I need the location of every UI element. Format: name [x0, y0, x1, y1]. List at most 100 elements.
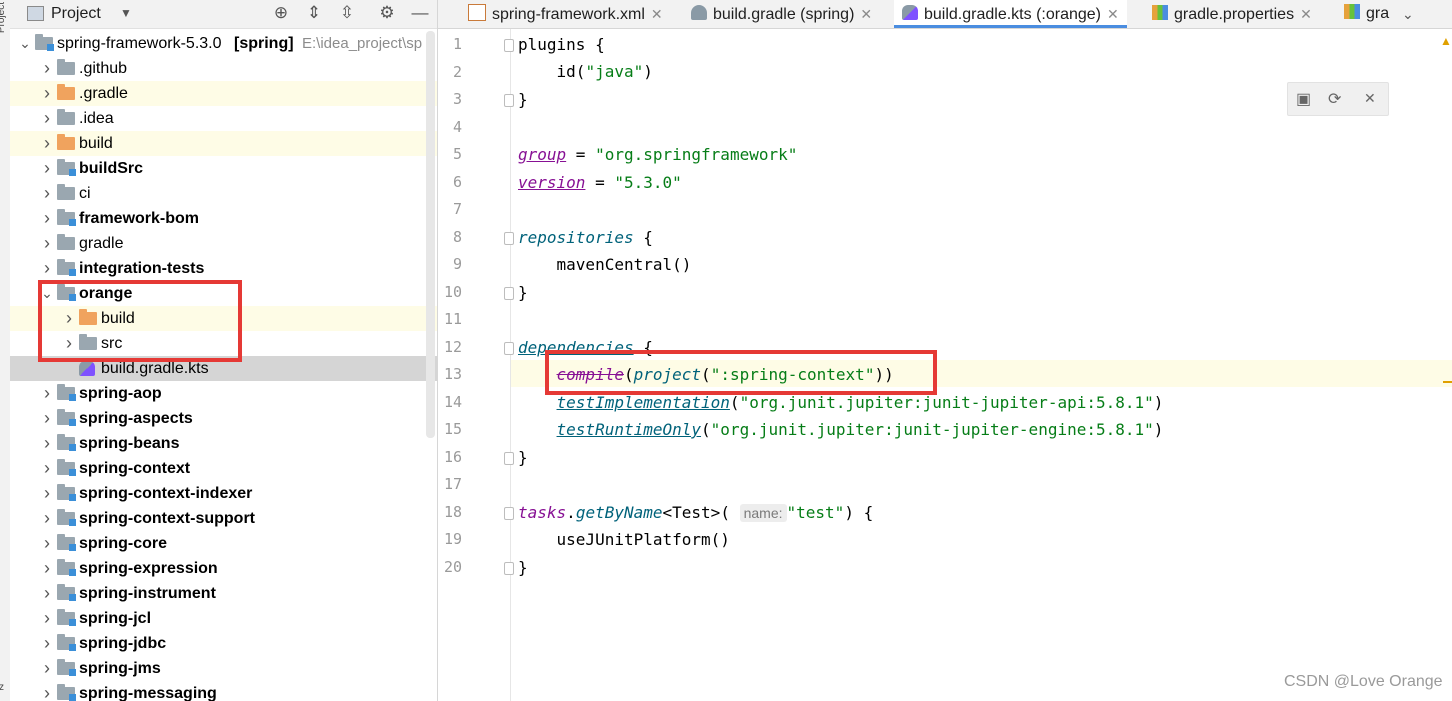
- chevron-down-icon[interactable]: ⌄: [18, 31, 32, 56]
- fold-marker-icon[interactable]: [504, 561, 514, 575]
- chevron-right-icon[interactable]: ›: [40, 231, 54, 256]
- tab-gradle-properties[interactable]: gradle.properties ✕: [1152, 0, 1312, 28]
- chevron-right-icon[interactable]: ›: [40, 631, 54, 656]
- chevron-right-icon[interactable]: ›: [40, 506, 54, 531]
- tree-scrollbar[interactable]: [426, 31, 435, 438]
- chevron-right-icon[interactable]: ›: [40, 531, 54, 556]
- fold-marker-icon[interactable]: [504, 231, 514, 245]
- tree-item[interactable]: › spring-beans: [10, 431, 437, 456]
- tree-item[interactable]: › gradle: [10, 231, 437, 256]
- tab-build-gradle-kts-orange[interactable]: build.gradle.kts (:orange) ✕: [894, 0, 1127, 28]
- close-icon[interactable]: ✕: [1364, 90, 1376, 107]
- tree-item[interactable]: ⌄ spring-framework-5.3.0 [spring] E:\idea_p…: [10, 31, 437, 56]
- fold-marker-icon[interactable]: [504, 94, 514, 107]
- chevron-right-icon[interactable]: ›: [40, 206, 54, 231]
- chevron-right-icon[interactable]: ›: [40, 481, 54, 506]
- line-number: 3: [452, 90, 462, 108]
- tree-item[interactable]: › spring-context-support: [10, 506, 437, 531]
- chevron-right-icon[interactable]: ›: [40, 406, 54, 431]
- code-line-5[interactable]: group = "org.springframework": [518, 141, 797, 168]
- tree-item[interactable]: › spring-aspects: [10, 406, 437, 431]
- chevron-right-icon[interactable]: ›: [40, 431, 54, 456]
- tree-item-label: spring-jcl: [79, 610, 152, 627]
- tree-item[interactable]: › spring-core: [10, 531, 437, 556]
- tree-item[interactable]: › build: [10, 131, 437, 156]
- sync-gradle-icon[interactable]: ⟳: [1328, 89, 1341, 109]
- project-path-hint: E:\idea_project\sp: [302, 35, 423, 52]
- code-line-2[interactable]: id("java"): [518, 58, 653, 85]
- code-line-18[interactable]: tasks.getByName<Test>( name: "test") {: [518, 499, 873, 526]
- tab-gradle-truncated[interactable]: gra: [1344, 0, 1389, 28]
- tab-label: gra: [1366, 5, 1390, 22]
- code-line-16[interactable]: }: [518, 444, 528, 471]
- code-line-19[interactable]: useJUnitPlatform(): [518, 526, 730, 553]
- chevron-right-icon[interactable]: ›: [40, 256, 54, 281]
- chevron-right-icon[interactable]: ›: [40, 106, 54, 131]
- expand-all-icon[interactable]: ⇕: [304, 3, 324, 23]
- code-line-3[interactable]: }: [518, 86, 528, 113]
- code-line-6[interactable]: version = "5.3.0": [518, 169, 682, 196]
- project-view-selector[interactable]: Project: [51, 5, 101, 23]
- tree-item[interactable]: › spring-jcl: [10, 606, 437, 631]
- minimize-icon[interactable]: —: [410, 3, 430, 23]
- project-tool-button[interactable]: Project: [0, 2, 10, 33]
- tree-item[interactable]: › .gradle: [10, 81, 437, 106]
- chevron-right-icon[interactable]: ›: [40, 456, 54, 481]
- tree-item[interactable]: › integration-tests: [10, 256, 437, 281]
- chevron-right-icon[interactable]: ›: [40, 156, 54, 181]
- load-gradle-changes-icon[interactable]: ▣: [1296, 89, 1311, 109]
- code-line-1[interactable]: plugins {: [518, 31, 605, 58]
- properties-file-icon: [1152, 5, 1168, 21]
- fold-marker-icon[interactable]: [504, 341, 514, 355]
- chevron-right-icon[interactable]: ›: [40, 381, 54, 406]
- code-line-15[interactable]: testRuntimeOnly("org.junit.jupiter:junit…: [518, 416, 1164, 443]
- code-line-9[interactable]: mavenCentral(): [518, 251, 692, 278]
- chevron-right-icon[interactable]: ›: [40, 656, 54, 681]
- code-line-8[interactable]: repositories {: [518, 224, 653, 251]
- chevron-down-icon[interactable]: ▼: [116, 3, 136, 23]
- editor-gutter[interactable]: 1 2 3 4 5 6 7 8 9 10 11 12 13 14 15 16 17 18 19 20: [438, 29, 514, 701]
- fold-marker-icon[interactable]: [504, 286, 514, 300]
- fold-marker-icon[interactable]: [504, 506, 514, 520]
- close-icon[interactable]: ✕: [1300, 6, 1312, 22]
- chevron-right-icon[interactable]: ›: [40, 556, 54, 581]
- chevron-right-icon[interactable]: ›: [40, 581, 54, 606]
- tree-item[interactable]: › framework-bom: [10, 206, 437, 231]
- line-number: 7: [452, 200, 462, 218]
- chevron-right-icon[interactable]: ›: [40, 181, 54, 206]
- chevron-down-icon[interactable]: ⌄: [1402, 0, 1414, 28]
- gear-icon[interactable]: ⚙: [377, 3, 397, 23]
- chevron-right-icon[interactable]: ›: [40, 81, 54, 106]
- module-folder-icon: [57, 584, 76, 601]
- tree-item[interactable]: › ci: [10, 181, 437, 206]
- chevron-right-icon[interactable]: ›: [40, 606, 54, 631]
- code-line-10[interactable]: }: [518, 279, 528, 306]
- tree-item[interactable]: › spring-messaging: [10, 681, 437, 701]
- tab-spring-framework-xml[interactable]: spring-framework.xml ✕: [468, 0, 663, 28]
- close-icon[interactable]: ✕: [860, 6, 872, 22]
- structure-tool-button[interactable]: z: [0, 682, 4, 693]
- tree-item[interactable]: › spring-jms: [10, 656, 437, 681]
- tree-item[interactable]: › spring-instrument: [10, 581, 437, 606]
- tab-build-gradle-spring[interactable]: build.gradle (spring) ✕: [691, 0, 872, 28]
- line-number: 9: [452, 255, 462, 273]
- fold-marker-icon[interactable]: [504, 39, 514, 52]
- code-line-20[interactable]: }: [518, 554, 528, 581]
- tree-item[interactable]: › spring-aop: [10, 381, 437, 406]
- collapse-all-icon[interactable]: ⇳: [337, 3, 357, 23]
- tree-item[interactable]: › spring-context: [10, 456, 437, 481]
- chevron-right-icon[interactable]: ›: [40, 681, 54, 701]
- target-icon[interactable]: ⊕: [271, 3, 291, 23]
- chevron-right-icon[interactable]: ›: [40, 131, 54, 156]
- tree-item[interactable]: › spring-jdbc: [10, 631, 437, 656]
- tree-item[interactable]: › spring-expression: [10, 556, 437, 581]
- tree-item[interactable]: › buildSrc: [10, 156, 437, 181]
- fold-marker-icon[interactable]: [504, 451, 514, 465]
- tree-item[interactable]: › .github: [10, 56, 437, 81]
- close-icon[interactable]: ✕: [651, 6, 663, 22]
- tree-item[interactable]: › spring-context-indexer: [10, 481, 437, 506]
- project-view-icon: [27, 6, 44, 21]
- close-icon[interactable]: ✕: [1107, 6, 1119, 22]
- tree-item[interactable]: › .idea: [10, 106, 437, 131]
- chevron-right-icon[interactable]: ›: [40, 56, 54, 81]
